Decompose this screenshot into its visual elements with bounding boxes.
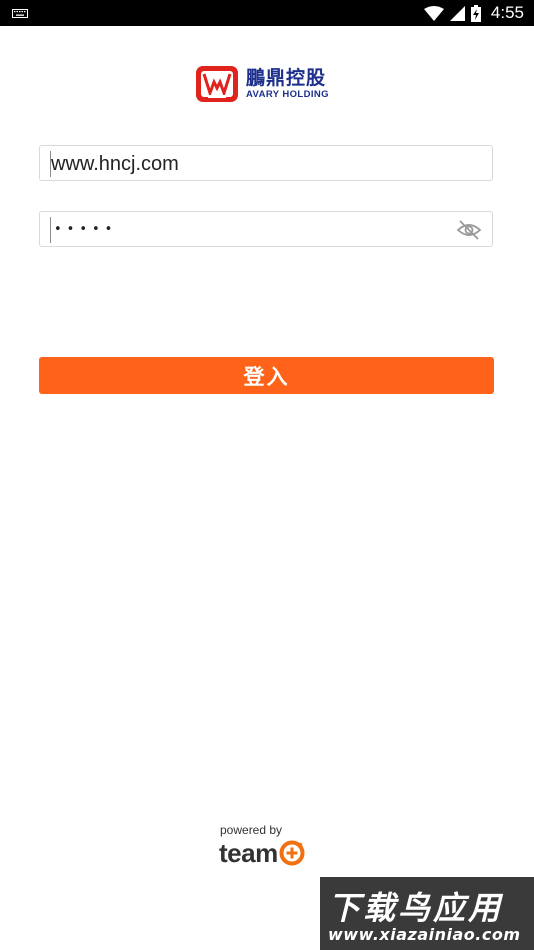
avary-logo-mark-icon bbox=[196, 66, 238, 102]
username-field[interactable]: www.hncj.com bbox=[39, 145, 493, 181]
teamo-word: team bbox=[219, 838, 278, 868]
login-button[interactable]: 登入 bbox=[39, 357, 494, 394]
teamo-o-icon bbox=[279, 840, 305, 866]
text-cursor bbox=[50, 217, 51, 243]
keyboard-icon bbox=[12, 9, 28, 18]
watermark-url: www.xiazainiao.com bbox=[328, 925, 521, 944]
status-icons: 4:55 bbox=[423, 0, 524, 26]
status-bar: 4:55 bbox=[0, 0, 534, 26]
powered-by-footer: powered by team bbox=[219, 823, 319, 867]
powered-by-label: powered by bbox=[220, 823, 283, 837]
company-logo: 鵬鼎控股 AVARY HOLDING bbox=[195, 65, 340, 103]
username-value: www.hncj.com bbox=[51, 153, 179, 175]
eye-off-icon[interactable] bbox=[456, 219, 482, 241]
watermark-chinese-text: 下载鸟应用 bbox=[328, 889, 504, 927]
wifi-icon bbox=[423, 5, 444, 21]
password-value: ••••• bbox=[54, 222, 118, 237]
logo-chinese-name: 鵬鼎控股 bbox=[246, 67, 327, 89]
signal-icon bbox=[449, 5, 465, 21]
status-time: 4:55 bbox=[490, 3, 524, 22]
logo-english-name: AVARY HOLDING bbox=[246, 89, 329, 100]
watermark-banner: 下载鸟应用 www.xiazainiao.com bbox=[320, 877, 534, 950]
teamo-logo: team bbox=[219, 839, 319, 867]
battery-charging-icon bbox=[470, 4, 481, 22]
password-field[interactable]: ••••• bbox=[39, 211, 493, 247]
